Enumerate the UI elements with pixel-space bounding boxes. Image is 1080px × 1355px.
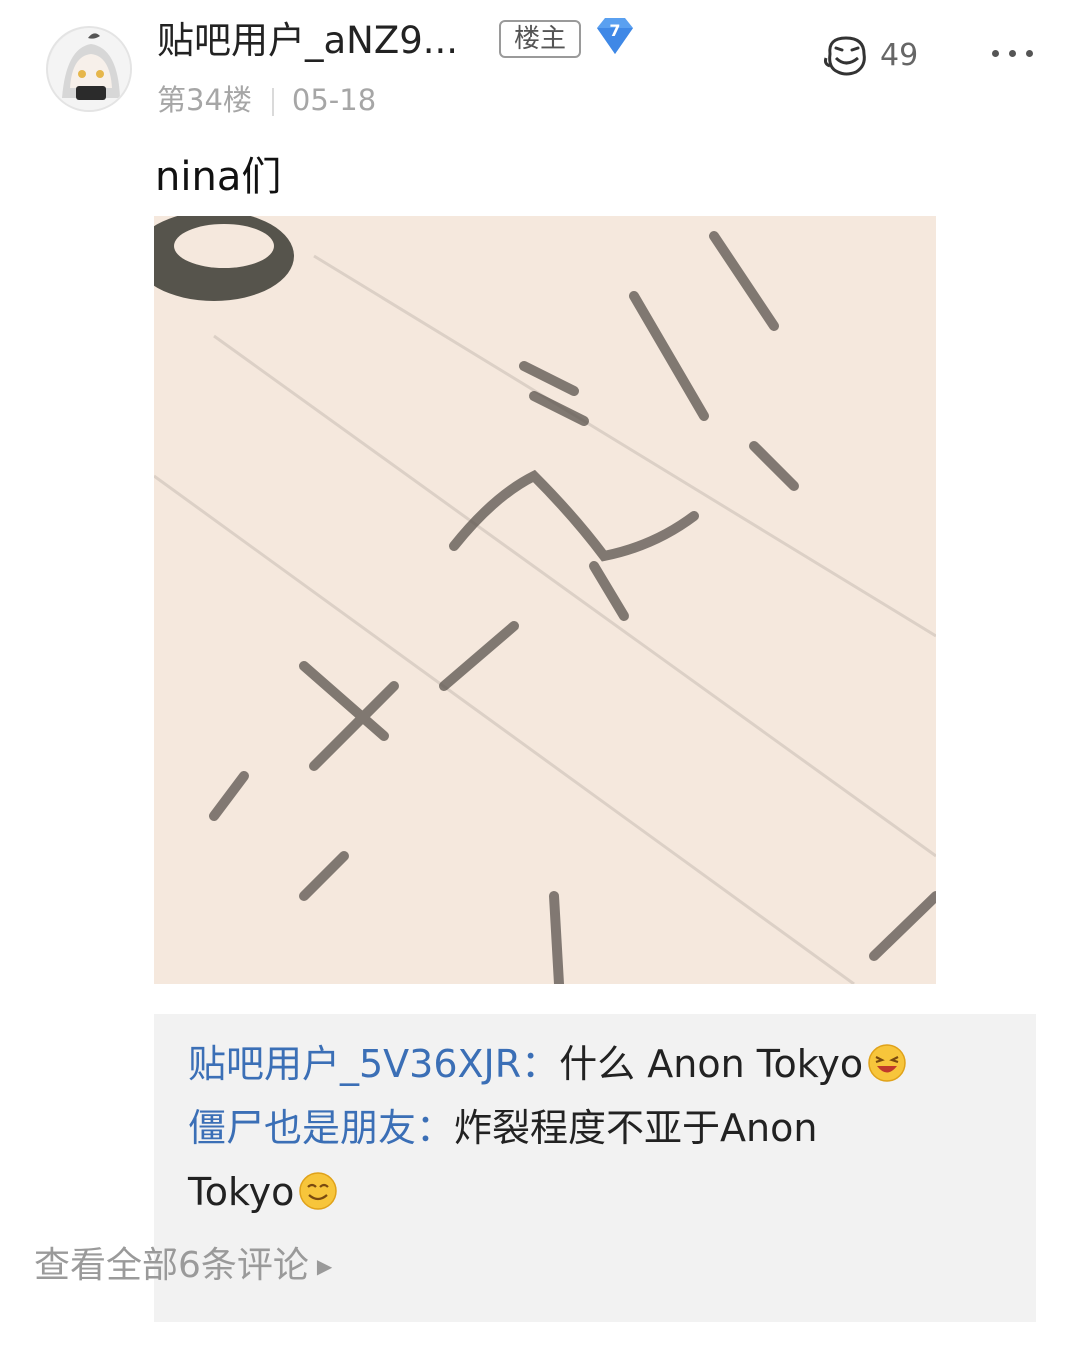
post-date: 05-18 xyxy=(291,83,377,117)
floor-number: 第34楼 xyxy=(157,83,252,117)
emoji-face-icon[interactable] xyxy=(822,32,872,78)
diamond-level-icon[interactable]: 7 xyxy=(593,16,637,56)
comment-text: 什么 Anon Tokyo xyxy=(559,1042,864,1086)
post-image[interactable] xyxy=(154,216,936,984)
op-badge: 楼主 xyxy=(499,20,581,58)
view-all-comments-link[interactable]: 查看全部6条评论 ▶ xyxy=(34,1238,332,1294)
view-all-label: 查看全部6条评论 xyxy=(34,1245,309,1286)
smile-emoji-icon xyxy=(299,1172,338,1210)
more-dots-icon[interactable] xyxy=(990,36,1036,70)
comment-item-continued[interactable]: Tokyo xyxy=(188,1160,338,1224)
comment-text: 炸裂程度不亚于Anon xyxy=(454,1106,818,1150)
username[interactable]: 贴吧用户_aNZ9... xyxy=(157,16,458,66)
post-text: nina们 xyxy=(155,154,282,200)
comment-text-continued: Tokyo xyxy=(188,1170,295,1214)
comment-item[interactable]: 僵尸也是朋友：炸裂程度不亚于Anon xyxy=(188,1096,817,1160)
comment-item[interactable]: 贴吧用户_5V36XJR：什么 Anon Tokyo xyxy=(188,1032,907,1096)
level-number: 7 xyxy=(609,21,620,40)
laughing-emoji-icon xyxy=(868,1044,906,1082)
like-count: 49 xyxy=(880,38,919,73)
post-meta: 第34楼 05-18 xyxy=(157,80,376,120)
meta-divider xyxy=(271,88,274,116)
avatar[interactable] xyxy=(46,26,132,112)
chevron-right-icon: ▶ xyxy=(316,1254,333,1278)
comment-author[interactable]: 僵尸也是朋友： xyxy=(188,1106,454,1150)
avatar-image xyxy=(48,28,130,110)
comment-author[interactable]: 贴吧用户_5V36XJR： xyxy=(188,1042,559,1086)
